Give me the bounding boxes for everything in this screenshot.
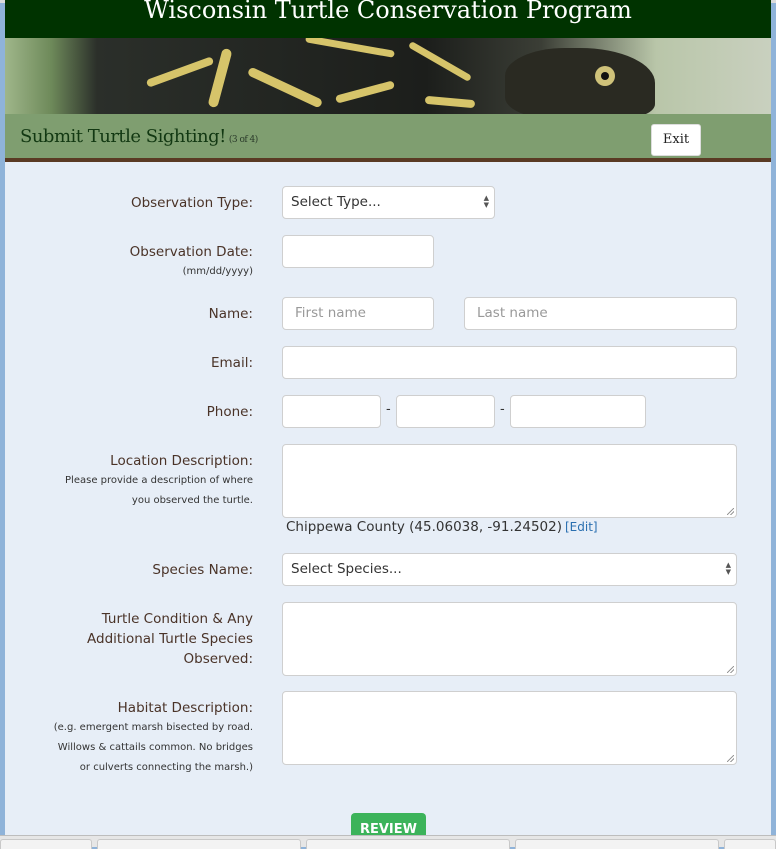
condition-label-3: Observed: bbox=[183, 651, 254, 667]
phone-area-code-input[interactable] bbox=[282, 395, 381, 428]
email-label: Email: bbox=[210, 355, 253, 371]
condition-label: Turtle Condition & Any Additional Turtle… bbox=[87, 609, 253, 669]
select-arrows-icon: ▲ ▼ bbox=[483, 194, 489, 209]
species-value: Select Species... bbox=[291, 561, 402, 577]
condition-textarea[interactable] bbox=[282, 602, 737, 676]
resize-handle-icon[interactable] bbox=[727, 755, 734, 762]
form-header: Submit Turtle Sighting! (3 of 4) Exit bbox=[5, 114, 771, 162]
observation-date-input[interactable] bbox=[282, 235, 434, 268]
site-title: Wisconsin Turtle Conservation Program bbox=[144, 0, 632, 24]
phone-prefix-input[interactable] bbox=[396, 395, 495, 428]
last-name-input[interactable]: Last name bbox=[464, 297, 737, 330]
phone-separator-1: - bbox=[386, 402, 391, 417]
edit-location-link[interactable]: [Edit] bbox=[565, 520, 598, 534]
page: Wisconsin Turtle Conservation Program Su… bbox=[5, 0, 771, 835]
species-label: Species Name: bbox=[152, 562, 253, 578]
bottom-tab[interactable] bbox=[97, 839, 301, 849]
habitat-hint-3: or culverts connecting the marsh.) bbox=[79, 762, 253, 773]
select-arrows-icon: ▲ ▼ bbox=[725, 561, 731, 576]
observation-type-select[interactable]: Select Type... ▲ ▼ bbox=[282, 186, 495, 219]
location-hint-2: you observed the turtle. bbox=[131, 495, 253, 506]
habitat-label: Habitat Description: (e.g. emergent mars… bbox=[54, 698, 253, 778]
habitat-textarea[interactable] bbox=[282, 691, 737, 765]
observation-date-label: Observation Date: (mm/dd/yyyy) bbox=[130, 242, 253, 282]
resize-handle-icon[interactable] bbox=[727, 666, 734, 673]
exit-button[interactable]: Exit bbox=[651, 124, 701, 156]
observation-type-label: Observation Type: bbox=[130, 195, 253, 211]
county-coordinates-text: Chippewa County (45.06038, -91.24502) bbox=[286, 519, 562, 535]
condition-label-2: Additional Turtle Species bbox=[87, 631, 253, 647]
first-name-input[interactable]: First name bbox=[282, 297, 434, 330]
phone-separator-2: - bbox=[500, 402, 505, 417]
habitat-hint-1: (e.g. emergent marsh bisected by road. bbox=[53, 722, 253, 733]
phone-line-input[interactable] bbox=[510, 395, 646, 428]
bottom-tab-bar bbox=[0, 835, 776, 849]
turtle-banner-image bbox=[5, 38, 771, 114]
bottom-tab[interactable] bbox=[0, 839, 92, 849]
location-description-textarea[interactable] bbox=[282, 444, 737, 518]
bottom-tab[interactable] bbox=[306, 839, 510, 849]
location-label-text: Location Description: bbox=[110, 453, 253, 469]
habitat-hint-2: Willows & cattails common. No bridges bbox=[57, 742, 253, 753]
form-title-text: Submit Turtle Sighting! bbox=[20, 126, 226, 147]
species-select[interactable]: Select Species... ▲ ▼ bbox=[282, 553, 737, 586]
email-input[interactable] bbox=[282, 346, 737, 379]
condition-label-1: Turtle Condition & Any bbox=[101, 611, 253, 627]
resize-handle-icon[interactable] bbox=[727, 508, 734, 515]
bottom-tab[interactable] bbox=[515, 839, 719, 849]
location-coordinates: Chippewa County (45.06038, -91.24502) [Ed… bbox=[286, 519, 598, 535]
form-title: Submit Turtle Sighting! (3 of 4) bbox=[20, 126, 258, 147]
site-header: Wisconsin Turtle Conservation Program bbox=[5, 0, 771, 38]
name-label: Name: bbox=[208, 306, 253, 322]
observation-date-hint: (mm/dd/yyyy) bbox=[182, 266, 253, 277]
step-indicator: (3 of 4) bbox=[228, 135, 258, 145]
location-label: Location Description: Please provide a d… bbox=[65, 451, 253, 511]
observation-date-label-text: Observation Date: bbox=[129, 244, 253, 260]
bottom-tab[interactable] bbox=[724, 839, 776, 849]
observation-type-value: Select Type... bbox=[291, 194, 381, 210]
location-hint-1: Please provide a description of where bbox=[65, 475, 253, 486]
phone-label: Phone: bbox=[206, 404, 253, 420]
habitat-label-text: Habitat Description: bbox=[117, 700, 253, 716]
review-button[interactable]: REVIEW bbox=[351, 813, 426, 835]
